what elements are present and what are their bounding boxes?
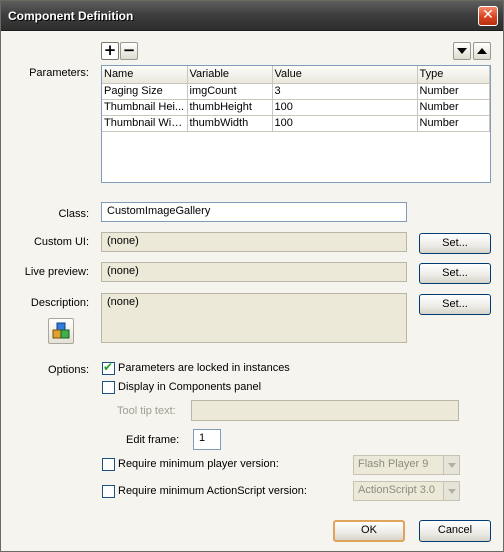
component-definition-dialog: Component Definition ✕ + − Parameters: N… bbox=[0, 0, 504, 552]
component-icon-button[interactable] bbox=[48, 318, 74, 344]
column-header-value[interactable]: Value bbox=[272, 66, 418, 84]
table-row[interactable]: Paging Size imgCount 3 Number bbox=[102, 83, 490, 100]
custom-ui-set-button[interactable]: Set... bbox=[419, 233, 491, 254]
checkmark-icon: ✔ bbox=[103, 360, 114, 374]
locked-checkbox-label[interactable]: Parameters are locked in instances bbox=[118, 362, 290, 374]
display-panel-checkbox[interactable] bbox=[102, 381, 115, 394]
cell-name[interactable]: Thumbnail Width bbox=[102, 115, 188, 132]
table-header-row: Name Variable Value Type bbox=[102, 66, 490, 84]
parameters-label: Parameters: bbox=[29, 67, 89, 79]
move-parameter-up-button[interactable] bbox=[473, 42, 491, 60]
cell-value[interactable]: 100 bbox=[272, 115, 418, 132]
cell-name[interactable]: Thumbnail Hei... bbox=[102, 99, 188, 116]
min-actionscript-checkbox-label[interactable]: Require minimum ActionScript version: bbox=[118, 485, 307, 497]
display-panel-checkbox-label[interactable]: Display in Components panel bbox=[118, 381, 261, 393]
class-input[interactable]: CustomImageGallery bbox=[101, 202, 407, 222]
column-header-type[interactable]: Type bbox=[417, 66, 490, 84]
close-icon: ✕ bbox=[482, 7, 494, 23]
live-preview-set-button[interactable]: Set... bbox=[419, 263, 491, 284]
chevron-down-icon bbox=[443, 456, 459, 474]
live-preview-label: Live preview: bbox=[24, 266, 89, 278]
cell-variable[interactable]: thumbWidth bbox=[187, 115, 273, 132]
class-label: Class: bbox=[58, 208, 89, 220]
table-row[interactable]: Thumbnail Hei... thumbHeight 100 Number bbox=[102, 99, 490, 116]
column-header-variable[interactable]: Variable bbox=[187, 66, 273, 84]
add-parameter-button[interactable]: + bbox=[101, 42, 119, 60]
cell-type[interactable]: Number bbox=[417, 83, 490, 100]
tooltip-text-input bbox=[191, 400, 459, 421]
min-actionscript-select: ActionScript 3.0 bbox=[353, 481, 460, 501]
cell-value[interactable]: 3 bbox=[272, 83, 418, 100]
arrow-down-icon bbox=[457, 48, 467, 54]
column-header-name[interactable]: Name bbox=[102, 66, 188, 84]
description-set-button[interactable]: Set... bbox=[419, 294, 491, 315]
description-field: (none) bbox=[101, 293, 407, 343]
cell-variable[interactable]: imgCount bbox=[187, 83, 273, 100]
min-player-checkbox[interactable] bbox=[102, 458, 115, 471]
minus-icon: − bbox=[122, 41, 136, 59]
cell-type[interactable]: Number bbox=[417, 99, 490, 116]
live-preview-field: (none) bbox=[101, 262, 407, 282]
custom-ui-field: (none) bbox=[101, 232, 407, 252]
arrow-up-icon bbox=[477, 48, 487, 54]
parameters-table[interactable]: Name Variable Value Type Paging Size img… bbox=[101, 65, 491, 183]
close-button[interactable]: ✕ bbox=[478, 6, 498, 26]
tooltip-text-label: Tool tip text: bbox=[117, 405, 176, 417]
custom-ui-label: Custom UI: bbox=[33, 236, 89, 248]
ok-button[interactable]: OK bbox=[333, 520, 405, 542]
remove-parameter-button[interactable]: − bbox=[120, 42, 138, 60]
min-player-checkbox-label[interactable]: Require minimum player version: bbox=[118, 458, 279, 470]
table-row[interactable]: Thumbnail Width thumbWidth 100 Number bbox=[102, 115, 490, 132]
cell-value[interactable]: 100 bbox=[272, 99, 418, 116]
min-actionscript-checkbox[interactable] bbox=[102, 485, 115, 498]
edit-frame-input[interactable]: 1 bbox=[193, 429, 221, 450]
window-title: Component Definition bbox=[8, 9, 134, 23]
locked-checkbox[interactable]: ✔ bbox=[102, 360, 115, 375]
component-cubes-icon bbox=[52, 322, 70, 339]
cancel-button[interactable]: Cancel bbox=[419, 520, 491, 542]
cell-type[interactable]: Number bbox=[417, 115, 490, 132]
min-actionscript-select-value: ActionScript 3.0 bbox=[358, 484, 436, 496]
options-label: Options: bbox=[48, 364, 89, 376]
title-bar: Component Definition ✕ bbox=[1, 1, 503, 31]
cell-variable[interactable]: thumbHeight bbox=[187, 99, 273, 116]
plus-icon: + bbox=[103, 41, 117, 59]
cell-name[interactable]: Paging Size bbox=[102, 83, 188, 100]
edit-frame-label: Edit frame: bbox=[126, 434, 180, 446]
description-label: Description: bbox=[30, 297, 89, 309]
min-player-select: Flash Player 9 bbox=[353, 455, 460, 475]
chevron-down-icon bbox=[443, 482, 459, 500]
move-parameter-down-button[interactable] bbox=[453, 42, 471, 60]
min-player-select-value: Flash Player 9 bbox=[358, 458, 429, 470]
